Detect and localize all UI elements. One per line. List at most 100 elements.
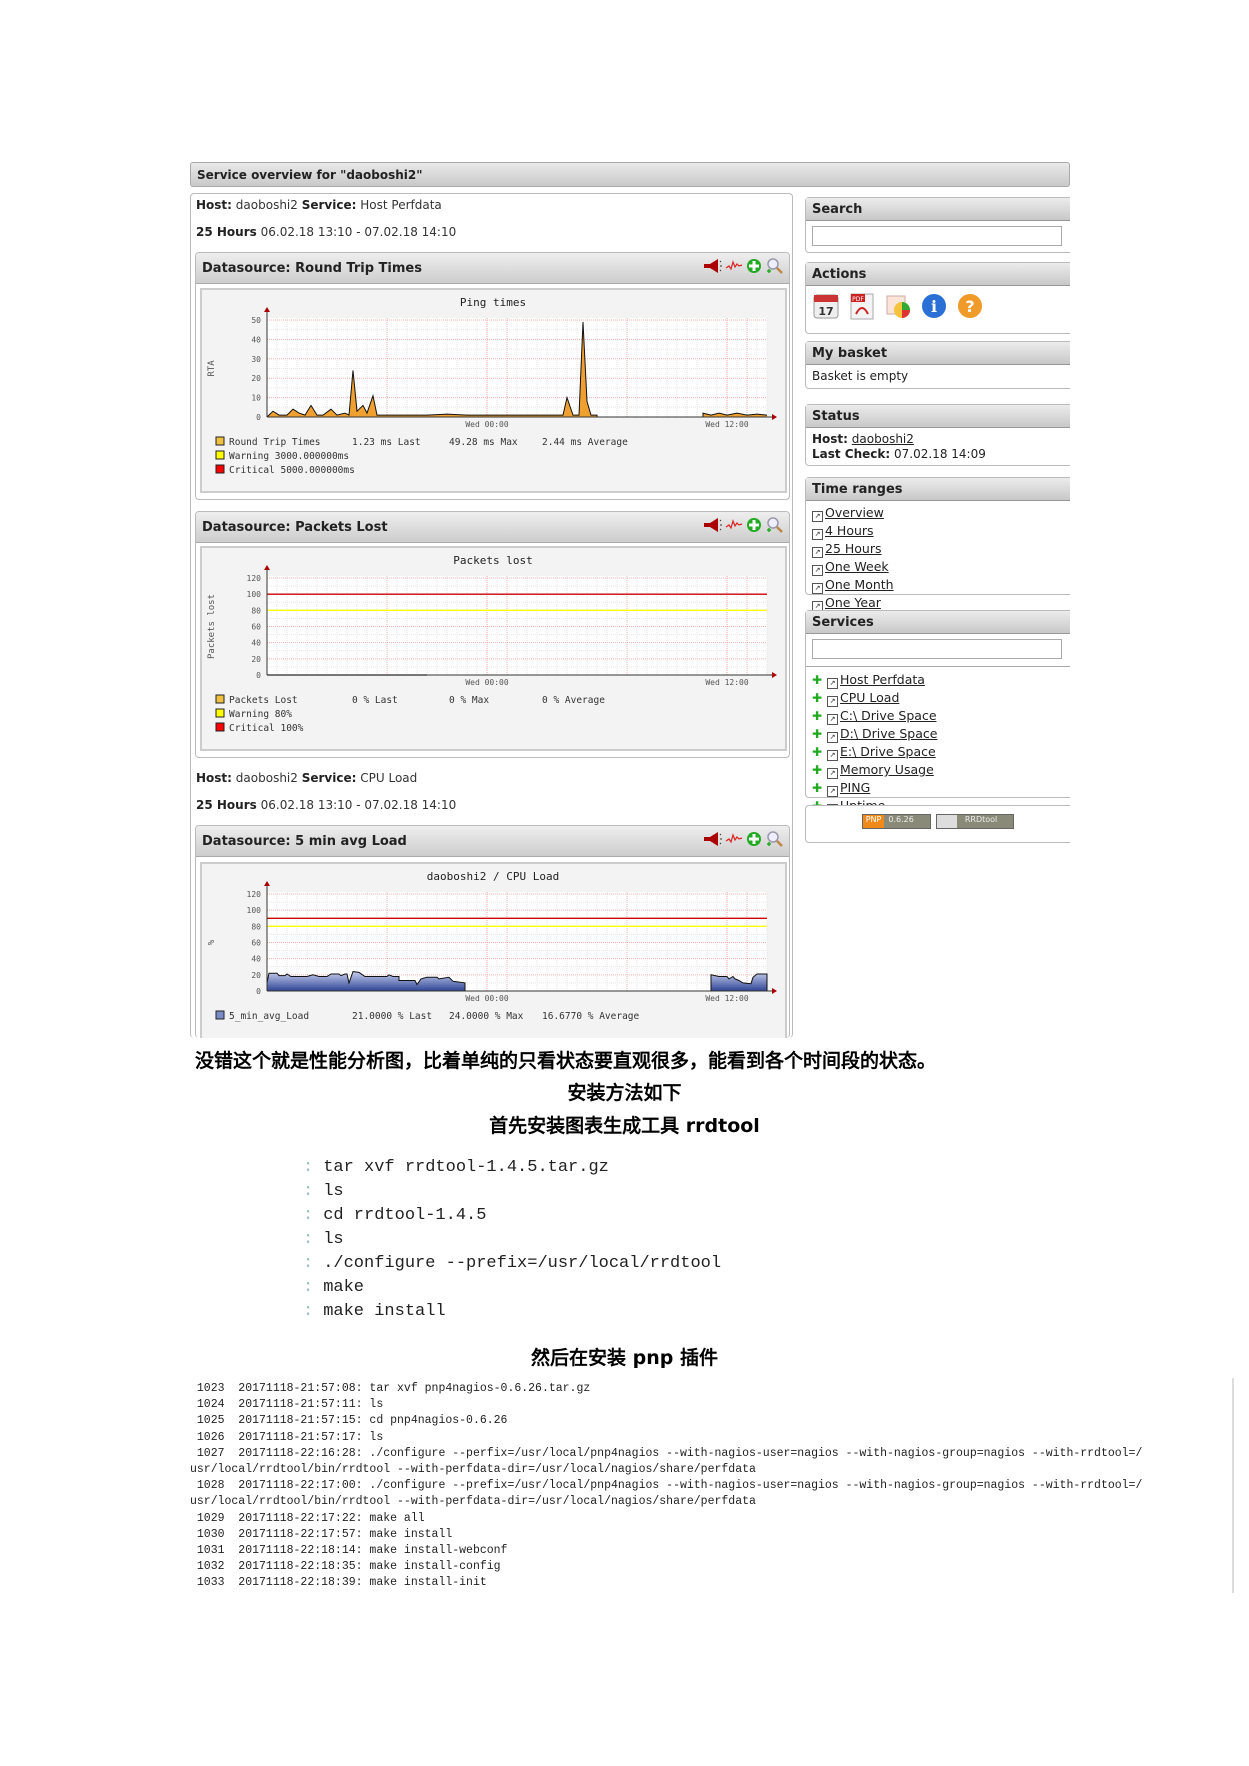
history-line: 1031 20171118-22:18:14: make install-web…	[190, 1544, 508, 1558]
datasource-header: Datasource: Round Trip Times	[196, 253, 789, 284]
zoom-icon[interactable]	[765, 830, 783, 852]
y-tick-label: 100	[247, 590, 262, 599]
expand-plus-icon[interactable]: ✚	[812, 746, 822, 758]
basket-header: My basket	[806, 342, 1070, 365]
add-basket-icon[interactable]	[746, 258, 762, 278]
legend-label: Warning 3000.000000ms	[229, 451, 349, 462]
service-link[interactable]: C:\ Drive Space	[840, 708, 937, 723]
service-label: Service:	[301, 771, 357, 785]
pdf-icon[interactable]: PDF	[848, 292, 876, 320]
history-line: 1024 20171118-21:57:11: ls	[190, 1398, 384, 1412]
services-list: ✚ ↗ Host Perfdata ✚ ↗ CPU Load ✚ ↗ C:\ Drive Spa…	[806, 667, 1070, 819]
search-input[interactable]	[812, 226, 1062, 246]
external-link-icon: ↗	[812, 511, 823, 522]
service-item[interactable]: ✚ ↗ CPU Load	[812, 689, 1064, 707]
time-range-link[interactable]: 4 Hours	[825, 523, 874, 538]
chart-icon[interactable]	[884, 292, 912, 320]
rrdtool-badge[interactable]: RRDtool	[935, 814, 1015, 829]
calendar-icon[interactable]: 17	[812, 292, 840, 320]
y-tick-label: 40	[251, 639, 261, 648]
host-value: daoboshi2	[235, 771, 298, 785]
service-link[interactable]: CPU Load	[840, 690, 899, 705]
expand-plus-icon[interactable]: ✚	[812, 782, 822, 794]
expand-plus-icon[interactable]: ✚	[812, 692, 822, 704]
service-value: Host Perfdata	[360, 198, 442, 212]
time-range-item[interactable]: ↗ 25 Hours	[812, 540, 1064, 558]
expand-plus-icon[interactable]: ✚	[812, 674, 822, 686]
search-box: Search	[805, 197, 1070, 253]
speaker-icon[interactable]	[702, 258, 722, 278]
legend-swatch	[215, 450, 225, 460]
badges-box: PNP 0.6.26 RRDtool	[805, 805, 1070, 843]
time-range-link[interactable]: One Month	[825, 577, 894, 592]
service-link[interactable]: Memory Usage	[840, 762, 934, 777]
y-tick-label: 80	[251, 922, 261, 931]
service-link[interactable]: E:\ Drive Space	[840, 744, 936, 759]
datasource-title: Datasource: 5 min avg Load	[202, 833, 407, 849]
external-link-icon: ↗	[827, 732, 838, 743]
legend-stat: 16.6770 % Average	[542, 1011, 640, 1022]
graph-rta: Ping times 0 10 20 30 40 50 Wed 00:00 Wed 12:00 R…	[200, 288, 787, 493]
add-basket-icon[interactable]	[746, 517, 762, 537]
speaker-icon[interactable]	[702, 517, 722, 537]
service-item[interactable]: ✚ ↗ Host Perfdata	[812, 671, 1064, 689]
command-line: : make install	[303, 1302, 446, 1321]
status-host-row: Host: daoboshi2	[806, 428, 1070, 447]
service-link[interactable]: Host Perfdata	[840, 672, 925, 687]
status-host-link[interactable]: daoboshi2	[852, 432, 914, 446]
external-link-icon: ↗	[812, 529, 823, 540]
zoom-icon[interactable]	[765, 257, 783, 279]
command-line: : ls	[303, 1182, 344, 1201]
graph-wave-icon[interactable]	[725, 517, 743, 537]
service-link[interactable]: PING	[840, 780, 870, 795]
svg-text:?: ?	[965, 297, 974, 316]
graph-wave-icon[interactable]	[725, 831, 743, 851]
expand-plus-icon[interactable]: ✚	[812, 728, 822, 740]
service-item[interactable]: ✚ ↗ PING	[812, 779, 1064, 797]
history-line: 1023 20171118-21:57:08: tar xvf pnp4nagi…	[190, 1382, 591, 1395]
service-item[interactable]: ✚ ↗ C:\ Drive Space	[812, 707, 1064, 725]
time-range-item[interactable]: ↗ One Week	[812, 558, 1064, 576]
time-range-item[interactable]: ↗ 4 Hours	[812, 522, 1064, 540]
zoom-icon[interactable]	[765, 516, 783, 538]
legend-stat: 0 % Average	[542, 695, 605, 706]
services-filter-input[interactable]	[812, 639, 1062, 659]
graph-wave-icon[interactable]	[725, 258, 743, 278]
overview-title-bar: Service overview for "daoboshi2"	[190, 162, 1070, 187]
service-link[interactable]: D:\ Drive Space	[840, 726, 937, 741]
y-axis-label: RTA	[207, 360, 217, 377]
datasource-header: Datasource: Packets Lost	[196, 512, 789, 543]
add-basket-icon[interactable]	[746, 831, 762, 851]
expand-plus-icon[interactable]: ✚	[812, 710, 822, 722]
command-line: : make	[303, 1278, 365, 1297]
search-header: Search	[806, 198, 1070, 221]
host-label: Host:	[196, 771, 232, 785]
speaker-icon[interactable]	[702, 831, 722, 851]
y-axis-label: %	[207, 939, 217, 945]
time-range-link[interactable]: One Year	[825, 595, 881, 610]
time-range-link[interactable]: Overview	[825, 505, 884, 520]
service-item[interactable]: ✚ ↗ Memory Usage	[812, 761, 1064, 779]
actions-box: Actions 17 PDF i ?	[805, 262, 1070, 334]
status-host-label: Host:	[812, 432, 848, 446]
service-label: Service:	[301, 198, 357, 212]
status-check-row: Last Check: 07.02.18 14:09	[806, 447, 1070, 462]
time-range-link[interactable]: 25 Hours	[825, 541, 882, 556]
pnp-badge[interactable]: PNP 0.6.26	[861, 814, 931, 829]
x-axis-arrow	[772, 988, 777, 994]
range-label: 25 Hours	[196, 225, 257, 239]
help-icon[interactable]: ?	[956, 292, 984, 320]
external-link-icon: ↗	[812, 547, 823, 558]
history-line: 1030 20171118-22:17:57: make install	[190, 1527, 453, 1541]
x-tick-label: Wed 12:00	[705, 678, 749, 687]
range-value: 06.02.18 13:10 - 07.02.18 14:10	[260, 225, 457, 239]
graph-packets: Packets lost 0 20 40 60 80 100 120 Wed 00:00 Wed …	[200, 546, 787, 751]
info-icon[interactable]: i	[920, 292, 948, 320]
time-range-item[interactable]: ↗ Overview	[812, 504, 1064, 522]
service-item[interactable]: ✚ ↗ E:\ Drive Space	[812, 743, 1064, 761]
history-scrollbar[interactable]	[1232, 1378, 1234, 1593]
time-range-item[interactable]: ↗ One Month	[812, 576, 1064, 594]
time-range-link[interactable]: One Week	[825, 559, 889, 574]
service-item[interactable]: ✚ ↗ D:\ Drive Space	[812, 725, 1064, 743]
expand-plus-icon[interactable]: ✚	[812, 764, 822, 776]
